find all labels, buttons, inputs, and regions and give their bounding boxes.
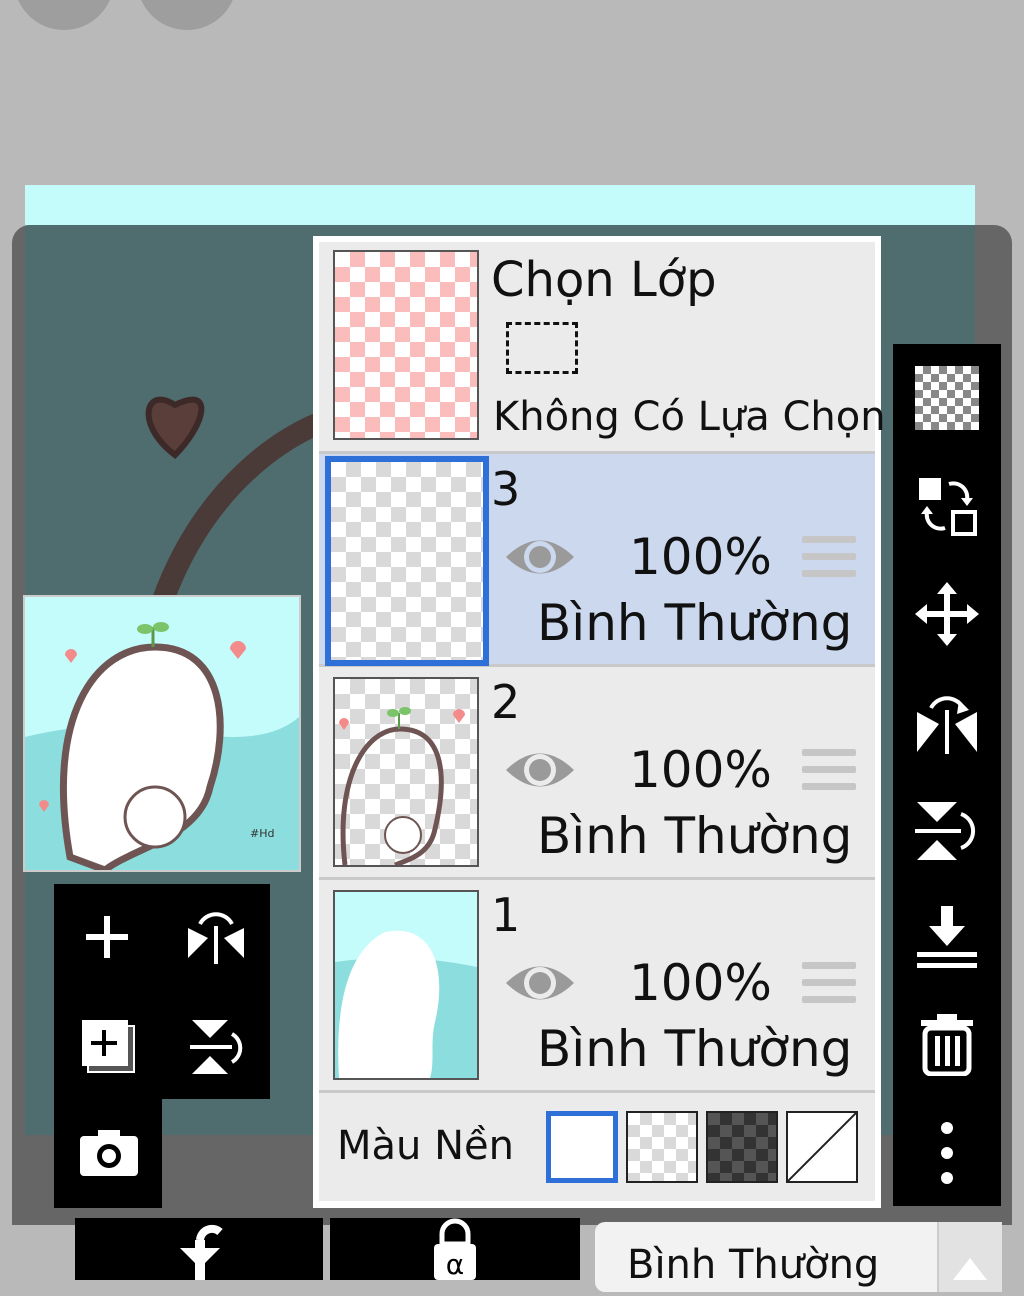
layer-row-1[interactable]: 1 100% Bình Thường <box>319 880 875 1093</box>
merge-down-icon[interactable] <box>915 906 979 970</box>
layer-row-3[interactable]: 3 100% Bình Thường <box>319 454 875 667</box>
visibility-eye-icon[interactable] <box>504 532 576 582</box>
layer-row-2[interactable]: 2 100% Bình Thường <box>319 667 875 880</box>
svg-text:#Hd: #Hd <box>250 827 274 840</box>
layer-thumbnail-1[interactable] <box>333 890 479 1080</box>
layer-opacity[interactable]: 100% <box>629 954 772 1012</box>
no-selection-label: Không Có Lựa Chọn <box>493 394 886 440</box>
layer-blend-mode[interactable]: Bình Thường <box>537 807 852 865</box>
select-layer-title: Chọn Lớp <box>491 252 717 308</box>
layer-panel: Chọn Lớp Không Có Lựa Chọn 3 100% Bình T… <box>313 236 886 1208</box>
selection-layer-thumbnail <box>333 250 479 440</box>
layer-number: 3 <box>491 462 521 516</box>
blend-mode-value: Bình Thường <box>627 1242 880 1288</box>
right-toolbar <box>893 344 1001 1206</box>
layer-number: 1 <box>491 888 521 942</box>
layer-blend-mode[interactable]: Bình Thường <box>537 594 852 652</box>
checkerboard-icon[interactable] <box>915 366 979 430</box>
svg-text:α: α <box>446 1248 464 1280</box>
visibility-eye-icon[interactable] <box>504 745 576 795</box>
bg-option-white[interactable] <box>546 1111 618 1183</box>
move-icon[interactable] <box>915 582 979 646</box>
layer-thumbnail-2[interactable] <box>333 677 479 868</box>
layer-opacity[interactable]: 100% <box>629 741 772 799</box>
canvas-preview: #Hd <box>23 595 301 872</box>
layer-blend-mode[interactable]: Bình Thường <box>537 1020 852 1078</box>
no-selection-icon <box>506 322 578 374</box>
swap-layers-icon[interactable] <box>915 474 979 538</box>
blend-mode-toggle[interactable] <box>937 1222 1002 1292</box>
visibility-eye-icon[interactable] <box>504 958 576 1008</box>
top-circle-button-1[interactable] <box>14 0 114 30</box>
drag-handle-icon[interactable] <box>802 536 856 584</box>
drag-handle-icon[interactable] <box>802 749 856 797</box>
bg-option-transparent-dark[interactable] <box>706 1111 778 1183</box>
camera-icon[interactable] <box>80 1128 138 1178</box>
drag-handle-icon[interactable] <box>802 962 856 1010</box>
alpha-lock-button[interactable]: α <box>330 1218 580 1281</box>
bg-option-none[interactable] <box>786 1111 858 1183</box>
more-vertical-icon[interactable] <box>915 1120 979 1184</box>
flip-horizontal-icon[interactable] <box>915 690 979 754</box>
flip-vertical-icon[interactable] <box>915 798 979 862</box>
background-color-row: Màu Nền <box>319 1093 875 1201</box>
blend-mode-select[interactable]: Bình Thường <box>595 1222 1002 1292</box>
add-layer-copy-icon[interactable] <box>80 1018 138 1076</box>
background-color-label: Màu Nền <box>337 1123 514 1169</box>
add-layer-icon[interactable] <box>82 912 132 962</box>
selection-layer-row[interactable]: Chọn Lớp Không Có Lựa Chọn <box>319 242 886 454</box>
trash-icon[interactable] <box>915 1012 979 1077</box>
canvas-top-strip <box>25 185 975 225</box>
top-circle-button-2[interactable] <box>137 0 237 30</box>
layer-thumbnail-3[interactable] <box>325 456 489 666</box>
flip-vertical-icon[interactable] <box>188 1016 248 1076</box>
bg-option-transparent-light[interactable] <box>626 1111 698 1183</box>
layer-number: 2 <box>491 675 521 729</box>
flip-horizontal-icon[interactable] <box>186 908 246 968</box>
undo-button[interactable] <box>75 1218 323 1280</box>
layer-opacity[interactable]: 100% <box>629 528 772 586</box>
